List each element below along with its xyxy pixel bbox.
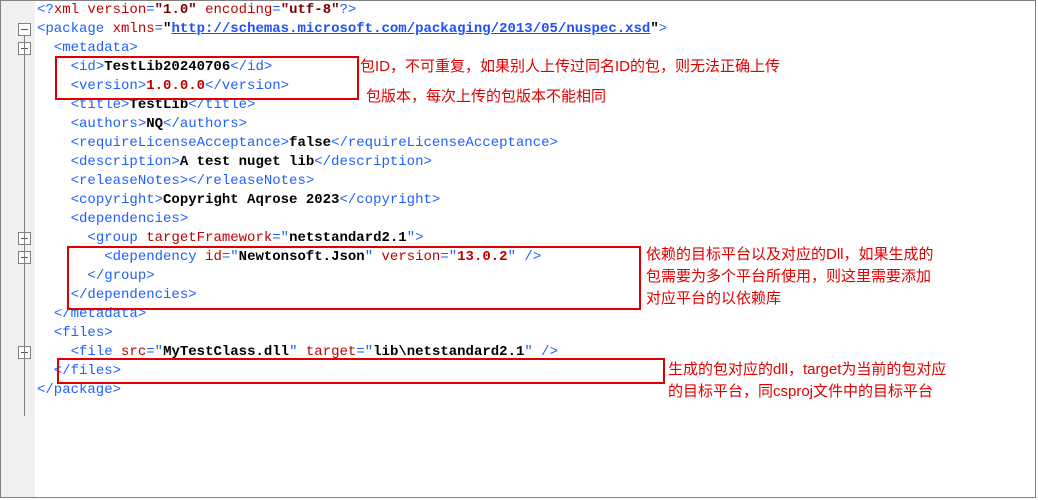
code-line: </dependencies> xyxy=(35,286,1035,305)
fold-bar xyxy=(24,36,25,416)
annotation-text-dep1: 依赖的目标平台以及对应的Dll，如果生成的 xyxy=(646,244,934,266)
code-line: <dependencies> xyxy=(35,210,1035,229)
code-line: <?xml version="1.0" encoding="utf-8"?> xyxy=(35,1,1035,20)
code-line: <authors>NQ</authors> xyxy=(35,115,1035,134)
code-line: </metadata> xyxy=(35,305,1035,324)
gutter xyxy=(1,1,35,497)
annotation-text-ver: 包版本，每次上传的包版本不能相同 xyxy=(366,86,606,108)
code-editor: <?xml version="1.0" encoding="utf-8"?> <… xyxy=(0,0,1036,498)
annotation-text-dep3: 对应平台的以依赖库 xyxy=(646,288,781,310)
code-line: <files> xyxy=(35,324,1035,343)
annotation-text-dep2: 包需要为多个平台所使用，则这里需要添加 xyxy=(646,266,931,288)
code-line: <copyright>Copyright Aqrose 2023</copyri… xyxy=(35,191,1035,210)
annotation-text-file1: 生成的包对应的dll，target为当前的包对应 xyxy=(668,359,946,381)
fold-toggle[interactable] xyxy=(18,23,31,36)
annotation-text-id: 包ID，不可重复，如果别人上传过同名ID的包，则无法正确上传 xyxy=(360,56,780,78)
code-line: <releaseNotes></releaseNotes> xyxy=(35,172,1035,191)
code-line: <requireLicenseAcceptance>false</require… xyxy=(35,134,1035,153)
code-line: <package xmlns="http://schemas.microsoft… xyxy=(35,20,1035,39)
annotation-text-file2: 的目标平台，同csproj文件中的目标平台 xyxy=(668,381,933,403)
code-line: <description>A test nuget lib</descripti… xyxy=(35,153,1035,172)
